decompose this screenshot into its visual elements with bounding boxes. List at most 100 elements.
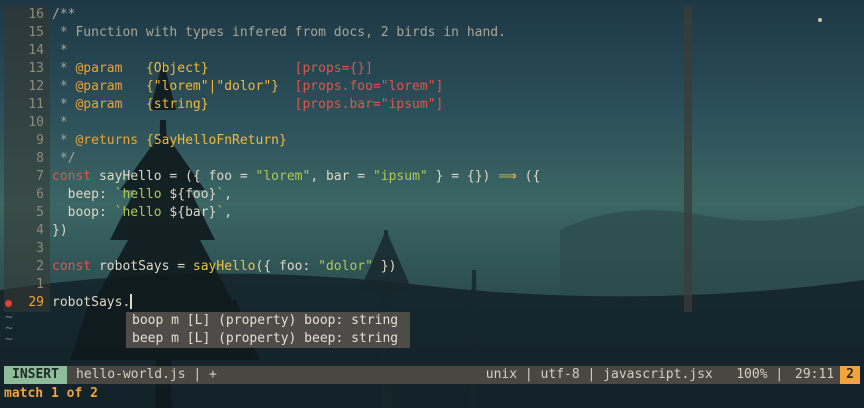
code-token: [props={}]: [294, 61, 373, 76]
scrollbar[interactable]: [684, 6, 692, 312]
code-token: @param: [75, 61, 123, 76]
separator: |: [579, 367, 604, 382]
code-token: }): [372, 259, 397, 274]
code-token: {"lorem"|"dolor"}: [145, 79, 279, 94]
line-number: 11: [28, 97, 44, 112]
text-cursor: [130, 294, 133, 309]
code-token: {SayHelloFnReturn}: [145, 133, 287, 148]
code-text[interactable]: robotSays.: [52, 294, 133, 312]
code-text[interactable]: *: [52, 114, 68, 132]
code-text[interactable]: */: [52, 150, 76, 168]
line-number: 16: [28, 7, 44, 22]
file-encoding: utf-8: [540, 367, 580, 382]
code-token: robotSays.: [52, 295, 131, 310]
code-token: /**: [52, 7, 76, 22]
separator: |: [517, 367, 541, 382]
code-text[interactable]: * @param {"lorem"|"dolor"} [props.foo="l…: [52, 78, 444, 96]
error-sign-icon: [5, 300, 12, 307]
code-token: ({ foo:: [255, 259, 319, 274]
code-token: [props.bar="ipsum"]: [294, 97, 444, 112]
code-token: sayHello = ({ foo =: [91, 169, 256, 184]
scroll-percent: 100%: [736, 367, 768, 382]
line-number: 14: [28, 43, 44, 58]
code-token: "lorem": [255, 169, 311, 184]
code-token: ${bar}: [169, 205, 217, 220]
code-token: ,: [224, 205, 233, 220]
code-token: sayHello: [192, 259, 256, 274]
line-number: 12: [28, 79, 44, 94]
file-type: javascript.jsx: [603, 367, 713, 382]
statusline-right: unix | utf-8 | javascript.jsx 100% | 29:…: [486, 366, 860, 384]
line-number: 6: [36, 187, 44, 202]
line-number: 15: [28, 25, 44, 40]
empty-line-marker: ~: [5, 332, 13, 347]
code-token: {string}: [145, 97, 209, 112]
code-token: ${foo}: [169, 187, 217, 202]
code-token: * Function with types infered from docs,…: [52, 25, 506, 40]
line-number: 5: [36, 205, 44, 220]
code-token: const: [52, 169, 92, 184]
code-token: *: [52, 97, 76, 112]
code-text[interactable]: }): [52, 222, 68, 240]
code-token: ⟹: [498, 169, 517, 184]
code-token: *: [52, 115, 68, 130]
code-token: "ipsum": [372, 169, 428, 184]
command-line-message: match 1 of 2: [4, 386, 98, 401]
code-token: "dolor": [318, 259, 373, 274]
code-token: *: [52, 79, 76, 94]
code-text[interactable]: * Function with types infered from docs,…: [52, 24, 506, 42]
code-token: boop:: [52, 205, 115, 220]
code-token: `hello: [114, 187, 170, 202]
code-token: *: [52, 133, 76, 148]
code-text[interactable]: beep: `hello ${foo}`,: [52, 186, 232, 204]
code-token: beep:: [52, 187, 115, 202]
code-token: robotSays =: [91, 259, 193, 274]
code-token: ({: [516, 169, 541, 184]
match-count-badge: 2: [840, 366, 860, 384]
code-token: } = {}): [427, 169, 499, 184]
completion-popup[interactable]: boop m [L] (property) boop: string beep …: [126, 312, 410, 348]
code-token: {Object}: [145, 61, 209, 76]
code-token: @param: [75, 97, 123, 112]
code-text[interactable]: /**: [52, 6, 75, 24]
line-number: 4: [36, 223, 44, 238]
line-number: 9: [36, 133, 44, 148]
code-token: @returns: [75, 133, 139, 148]
completion-item-beep[interactable]: beep m [L] (property) beep: string: [126, 330, 410, 348]
line-number: 2: [36, 259, 44, 274]
code-token: */: [52, 151, 76, 166]
file-name: hello-world.js | +: [76, 367, 217, 382]
code-text[interactable]: const sayHello = ({ foo = "lorem", bar =…: [52, 168, 540, 186]
line-number: 3: [36, 241, 44, 256]
code-token: const: [52, 259, 92, 274]
line-number: 29: [28, 295, 44, 310]
code-text[interactable]: const robotSays = sayHello({ foo: "dolor…: [52, 258, 396, 276]
code-token: *: [52, 61, 76, 76]
code-token: , bar =: [310, 169, 373, 184]
code-token: `hello: [114, 205, 170, 220]
code-text[interactable]: boop: `hello ${bar}`,: [52, 204, 232, 222]
code-text[interactable]: * @returns {SayHelloFnReturn}: [52, 132, 287, 150]
mode-indicator: INSERT: [4, 366, 67, 384]
code-token: @param: [75, 79, 123, 94]
code-text[interactable]: * @param {Object} [props={}]: [52, 60, 373, 78]
code-text[interactable]: *: [52, 42, 68, 60]
line-number: 1: [36, 277, 44, 292]
cursor-position: 29:11: [795, 367, 835, 382]
code-token: ,: [224, 187, 233, 202]
statusline: INSERT hello-world.js | + unix | utf-8 |…: [4, 366, 860, 384]
file-format: unix: [485, 367, 518, 382]
line-number: 7: [36, 169, 44, 184]
completion-item-boop[interactable]: boop m [L] (property) boop: string: [126, 312, 410, 330]
line-number: 13: [28, 61, 44, 76]
code-text[interactable]: * @param {string} [props.bar="ipsum"]: [52, 96, 444, 114]
separator: |: [767, 367, 792, 382]
code-token: }): [52, 223, 68, 238]
